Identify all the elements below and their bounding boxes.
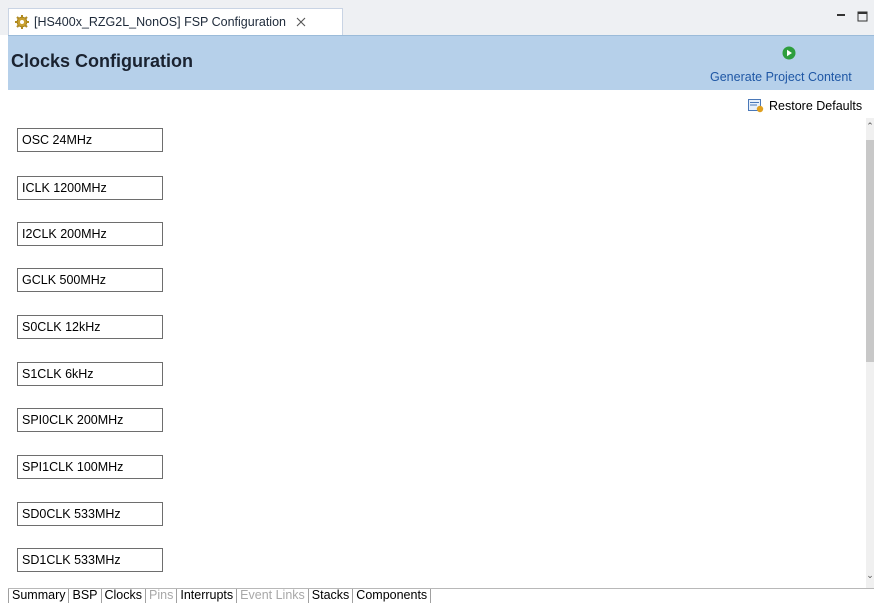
scrollbar-thumb[interactable] bbox=[866, 140, 874, 362]
page-header: Clocks Configuration Generate Project Co… bbox=[8, 35, 874, 90]
tab-bsp[interactable]: BSP bbox=[69, 589, 102, 603]
tab-interrupts[interactable]: Interrupts bbox=[177, 589, 238, 603]
clock-box-spi1clk: SPI1CLK 100MHz bbox=[17, 455, 163, 479]
clock-box-gclk: GCLK 500MHz bbox=[17, 268, 163, 292]
clock-box-osc: OSC 24MHz bbox=[17, 128, 163, 152]
clock-box-s0clk: S0CLK 12kHz bbox=[17, 315, 163, 339]
tab-summary[interactable]: Summary bbox=[8, 589, 70, 603]
clock-box-i2clk: I2CLK 200MHz bbox=[17, 222, 163, 246]
clock-box-s1clk: S1CLK 6kHz bbox=[17, 362, 163, 386]
close-icon[interactable] bbox=[294, 15, 308, 29]
editor-tab-title: [HS400x_RZG2L_NonOS] FSP Configuration bbox=[34, 15, 286, 29]
gear-icon bbox=[13, 13, 31, 31]
clock-box-iclk: ICLK 1200MHz bbox=[17, 176, 163, 200]
editor-tab[interactable]: [HS400x_RZG2L_NonOS] FSP Configuration bbox=[8, 8, 343, 35]
bottom-tab-bar: Summary BSP Clocks Pins Interrupts Event… bbox=[8, 588, 874, 603]
minimize-icon[interactable] bbox=[832, 6, 850, 26]
page-title: Clocks Configuration bbox=[11, 51, 194, 71]
vertical-scrollbar[interactable] bbox=[866, 118, 874, 590]
restore-defaults-label: Restore Defaults bbox=[769, 99, 863, 113]
scroll-up-icon[interactable]: ⌃ bbox=[866, 121, 874, 131]
scroll-down-icon[interactable]: ⌄ bbox=[866, 570, 874, 580]
clock-box-sd1clk: SD1CLK 533MHz bbox=[17, 548, 163, 572]
tab-components[interactable]: Components bbox=[353, 589, 432, 603]
clock-box-spi0clk: SPI0CLK 200MHz bbox=[17, 408, 163, 432]
tab-stacks[interactable]: Stacks bbox=[308, 589, 354, 603]
generate-project-content-button[interactable]: Generate Project Content bbox=[708, 42, 874, 86]
restore-defaults-button[interactable]: Restore Defaults bbox=[748, 97, 862, 115]
tab-event-links[interactable]: Event Links bbox=[237, 589, 309, 603]
maximize-icon[interactable] bbox=[853, 6, 871, 26]
editor-tab-strip: [HS400x_RZG2L_NonOS] FSP Configuration bbox=[0, 0, 874, 35]
clock-box-sd0clk: SD0CLK 533MHz bbox=[17, 502, 163, 526]
restore-defaults-icon bbox=[748, 99, 764, 113]
play-icon bbox=[782, 46, 796, 60]
generate-project-content-label: Generate Project Content bbox=[710, 70, 852, 84]
tab-clocks[interactable]: Clocks bbox=[101, 589, 147, 603]
tab-pins[interactable]: Pins bbox=[146, 589, 178, 603]
